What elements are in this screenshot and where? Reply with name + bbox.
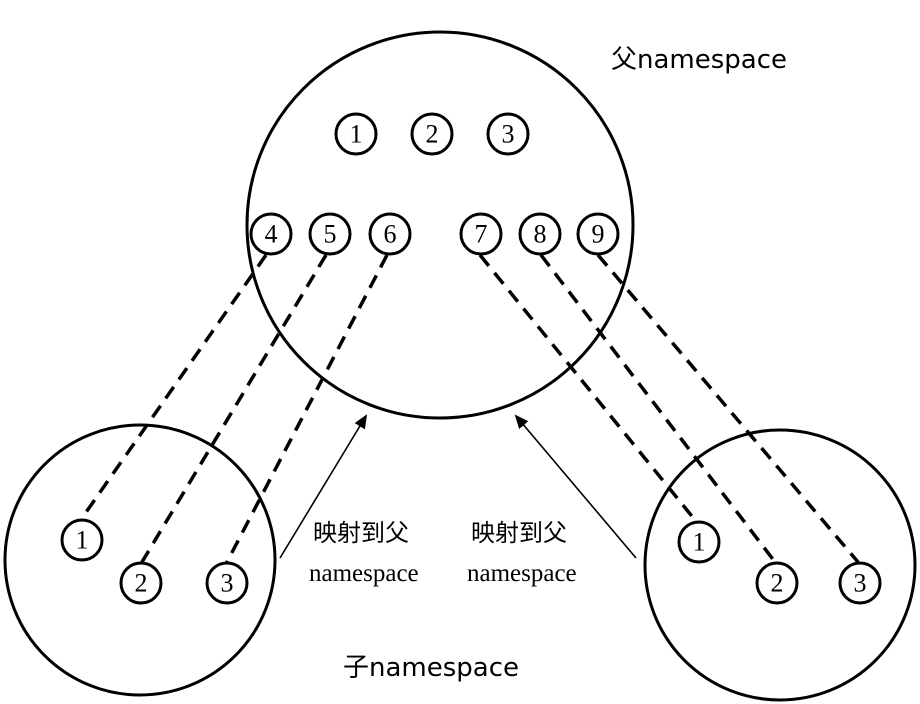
parent-node-label: 9 xyxy=(592,220,605,249)
left-child-namespace-circle xyxy=(3,423,277,697)
parent-node: 1 xyxy=(334,112,378,156)
left-child-node-label: 3 xyxy=(221,569,234,598)
dash-link-9-to-right-3 xyxy=(596,253,860,564)
left-mapping-label-line2: namespace xyxy=(309,560,419,587)
parent-node-label: 8 xyxy=(534,220,547,249)
left-child-node-label: 1 xyxy=(76,526,89,555)
dash-link-8-to-right-2 xyxy=(539,253,777,564)
dash-link-6-to-left-3 xyxy=(225,254,389,563)
parent-top-row: 1 2 3 xyxy=(334,112,530,156)
parent-node-label: 3 xyxy=(502,120,515,149)
parent-node-label: 2 xyxy=(426,120,439,149)
right-mapping-label-line2: namespace xyxy=(467,560,577,587)
left-child-node: 2 xyxy=(119,561,163,605)
parent-namespace-label: 父namespace xyxy=(611,45,787,75)
right-child-node: 2 xyxy=(755,561,799,605)
parent-node: 7 xyxy=(459,212,503,256)
dash-link-4-to-left-1 xyxy=(80,253,268,520)
dash-link-7-to-right-1 xyxy=(478,253,697,522)
parent-node-label: 7 xyxy=(475,220,488,249)
parent-namespace-circle xyxy=(245,30,635,420)
right-child-node-label: 3 xyxy=(854,569,867,598)
parent-node: 9 xyxy=(576,212,620,256)
right-child-nodes: 1 2 3 xyxy=(677,520,882,605)
parent-node-label: 5 xyxy=(324,220,337,249)
right-mapping-label-line1: 映射到父 xyxy=(471,519,567,547)
parent-node: 3 xyxy=(486,112,530,156)
parent-node: 4 xyxy=(249,212,293,256)
right-child-node: 1 xyxy=(677,520,721,564)
parent-node: 8 xyxy=(518,212,562,256)
parent-node-label: 1 xyxy=(350,120,363,149)
left-child-node: 3 xyxy=(205,561,249,605)
left-mapping-label-line1: 映射到父 xyxy=(313,519,409,547)
left-child-node: 1 xyxy=(60,518,104,562)
right-child-node-label: 2 xyxy=(771,569,784,598)
right-child-node: 3 xyxy=(838,561,882,605)
parent-node: 2 xyxy=(410,112,454,156)
mapping-links xyxy=(80,253,860,564)
parent-node-label: 6 xyxy=(384,220,397,249)
parent-node: 5 xyxy=(308,212,352,256)
right-child-node-label: 1 xyxy=(693,528,706,557)
left-child-nodes: 1 2 3 xyxy=(60,518,249,605)
parent-node: 6 xyxy=(368,212,412,256)
namespace-mapping-diagram: 1 2 3 4 5 6 7 8 9 1 2 3 1 2 3 父namespace… xyxy=(3,30,917,702)
parent-bottom-row: 4 5 6 7 8 9 xyxy=(249,212,620,256)
child-namespace-label: 子namespace xyxy=(343,653,519,683)
left-child-node-label: 2 xyxy=(135,569,148,598)
parent-node-label: 4 xyxy=(265,220,278,249)
